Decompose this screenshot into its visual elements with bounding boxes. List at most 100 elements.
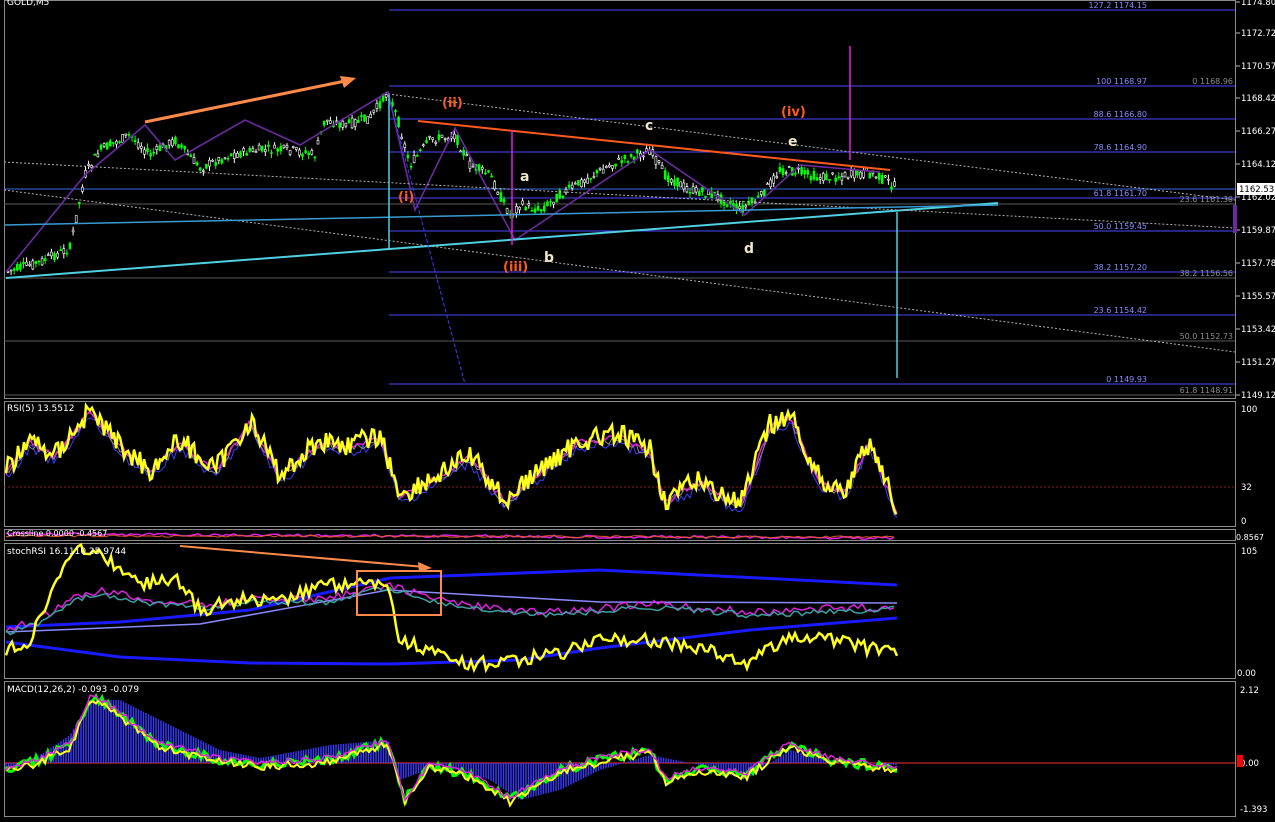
candle-body: [356, 119, 360, 123]
price-axis-label: 1174.80: [1241, 0, 1275, 8]
price-axis-label: 1166.27: [1241, 127, 1275, 137]
candle-body: [248, 147, 252, 152]
candle-body: [208, 159, 211, 167]
candle-body: [552, 201, 555, 205]
candle-body: [239, 151, 242, 158]
candle-body: [363, 114, 366, 122]
candle-body: [223, 157, 227, 160]
candle-body: [189, 154, 193, 158]
wave-label-e: e: [788, 134, 798, 150]
candle-body: [102, 143, 106, 147]
candle-body: [828, 179, 831, 181]
chart-canvas[interactable]: 127.2 1174.15 100 1168.97 88.6 1166.80 78.6…: [0, 0, 1275, 818]
candle-body: [583, 179, 586, 183]
price-axis-label: 1168.42: [1241, 94, 1275, 104]
candle-body: [611, 165, 614, 169]
arrow-shaft: [144, 78, 351, 124]
candle-body: [626, 161, 630, 163]
candle-body: [167, 140, 171, 146]
candle-body: [738, 205, 741, 209]
candle-body: [322, 120, 326, 126]
fib2-level-label: 61.8 1148.91: [1180, 386, 1233, 395]
candle-body: [353, 119, 357, 127]
candle-body: [403, 143, 407, 148]
candle-body: [868, 172, 872, 179]
wave-label-d: d: [744, 241, 754, 257]
candle-body: [291, 146, 295, 148]
candle-body: [81, 186, 84, 192]
candle-body: [254, 151, 258, 153]
candle-body: [105, 142, 109, 150]
candle-body: [679, 181, 683, 188]
symbol-title: GOLD,M5: [7, 0, 50, 8]
price-axis-label: 1164.12: [1241, 160, 1275, 170]
rsi-lines: [4, 402, 898, 518]
price-axis-label: 1159.87: [1241, 226, 1275, 236]
stoch-d-line: [5, 586, 895, 636]
candle-body: [701, 187, 704, 192]
price-axis-label: 1155.57: [1241, 292, 1275, 302]
candle-body: [301, 153, 304, 157]
candle-body: [394, 110, 397, 113]
candle-body: [688, 192, 692, 194]
stoch-axis-top: 105: [1241, 547, 1257, 557]
candle-body: [146, 147, 149, 153]
candle-body: [174, 136, 177, 145]
candle-body: [682, 182, 686, 190]
candle-body: [846, 176, 850, 179]
stoch-pane-frame: [4, 543, 1236, 679]
current-price-label: 1162.53: [1239, 185, 1274, 195]
candle-body: [78, 201, 81, 204]
candle-body: [890, 186, 893, 190]
candle-body: [518, 206, 521, 211]
stoch-main-line: [4, 542, 899, 674]
candle-body: [772, 175, 776, 184]
price-axis-label: 1149.12: [1241, 391, 1275, 401]
candle-body: [759, 191, 763, 195]
candle-body: [372, 109, 376, 113]
candle-body: [415, 155, 419, 157]
candle-body: [577, 180, 580, 186]
candle-body: [133, 139, 137, 143]
candle-body: [834, 177, 838, 182]
price-axis-label: 1153.42: [1241, 325, 1275, 335]
candle-body: [96, 153, 100, 158]
crossline-title: Crossline 0.0000 -0.4567: [7, 529, 108, 538]
candle-body: [797, 167, 800, 170]
crossline-line-1: [5, 532, 895, 541]
stoch-k-line: [5, 582, 895, 632]
candle-body: [118, 141, 121, 143]
fib-level-label: 88.6 1166.80: [1094, 110, 1147, 119]
candle-body: [561, 195, 565, 199]
crossline-lines: [5, 532, 895, 541]
candle-body: [580, 179, 583, 188]
candle-body: [127, 134, 131, 136]
candle-body: [663, 170, 667, 180]
candle-body: [496, 191, 500, 195]
candle-body: [555, 193, 559, 203]
candle-body: [115, 140, 118, 145]
candle-body: [536, 206, 540, 211]
macd-axis-label: -1.393: [1240, 805, 1267, 815]
candle-body: [87, 163, 90, 166]
candle-body: [704, 195, 707, 198]
candle-body: [635, 149, 639, 154]
candle-body: [542, 205, 546, 212]
candle-body: [598, 167, 602, 170]
candle-body: [493, 181, 497, 190]
candle-body: [673, 179, 676, 186]
candle-body: [614, 163, 617, 167]
candle-body: [211, 160, 214, 162]
chart-terminal[interactable]: 127.2 1174.15 100 1168.97 88.6 1166.80 78.6…: [0, 0, 1275, 818]
candle-body: [288, 150, 292, 155]
candle-body: [849, 170, 853, 177]
fib2-level-label: 0 1168.96: [1192, 77, 1233, 86]
candle-body: [62, 248, 66, 254]
candle-body: [856, 170, 859, 176]
candle-body: [65, 252, 69, 255]
macd-signal-line: [5, 694, 898, 802]
candle-body: [192, 157, 196, 164]
candle-body: [214, 162, 217, 166]
rsi-pane-frame: [4, 401, 1236, 527]
candle-body: [487, 170, 490, 173]
